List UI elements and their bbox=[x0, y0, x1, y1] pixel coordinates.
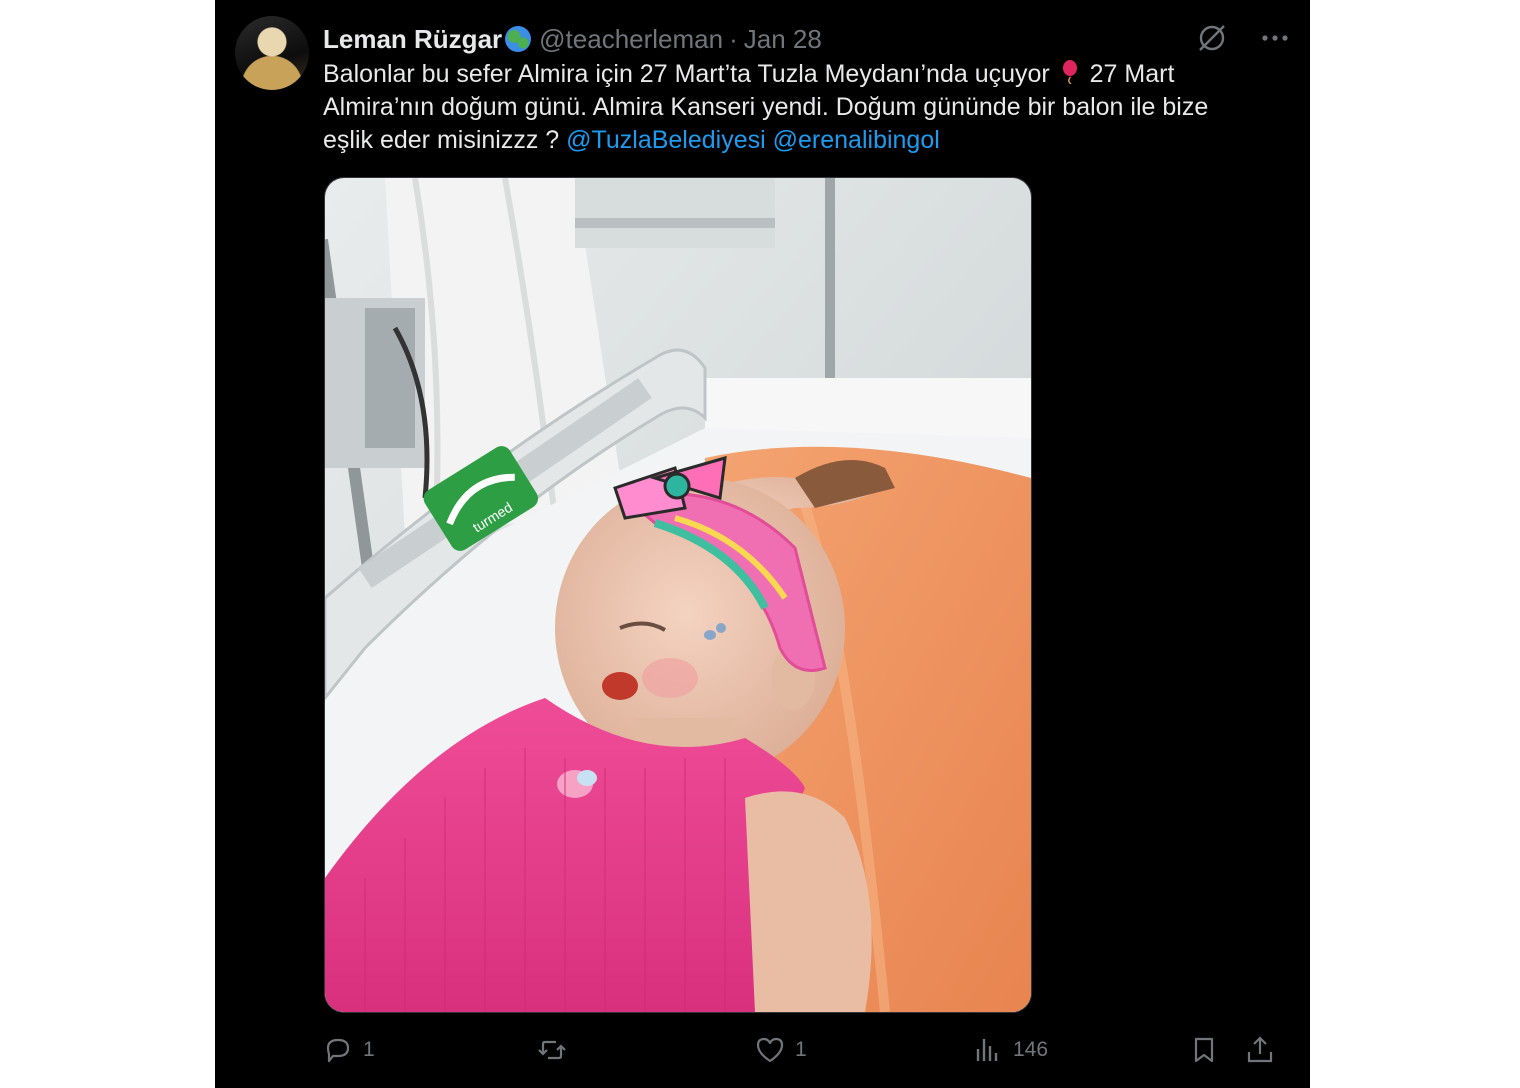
repost-icon bbox=[538, 1040, 566, 1060]
balloon-icon bbox=[1062, 60, 1077, 84]
mention-tuzla-belediyesi[interactable]: @TuzlaBelediyesi bbox=[566, 126, 766, 154]
heart-icon bbox=[756, 1037, 784, 1063]
bookmark-button[interactable] bbox=[1189, 1030, 1219, 1070]
reply-icon bbox=[326, 1038, 350, 1063]
tweet-date[interactable]: Jan 28 bbox=[744, 24, 822, 55]
reply-count: 1 bbox=[363, 1038, 375, 1061]
tweet-container: Leman Rüzgar @teacherleman · Jan 28 Balo… bbox=[215, 0, 1310, 1088]
tweet-text-part1: Balonlar bu sefer Almira için 27 Mart’ta… bbox=[323, 60, 1050, 88]
grok-icon[interactable] bbox=[1196, 22, 1228, 54]
share-button[interactable] bbox=[1245, 1030, 1275, 1070]
bookmark-icon bbox=[1194, 1037, 1214, 1063]
views-icon bbox=[976, 1039, 998, 1061]
like-count: 1 bbox=[795, 1038, 807, 1061]
reply-button[interactable]: 1 bbox=[323, 1030, 375, 1070]
tweet-actions: 1 1 146 bbox=[323, 1030, 1273, 1070]
tweet-photo[interactable]: turmed bbox=[324, 177, 1032, 1013]
tweet-text: Balonlar bu sefer Almira için 27 Mart’ta… bbox=[323, 58, 1243, 157]
photo-illustration: turmed bbox=[325, 178, 1031, 1012]
separator: · bbox=[729, 23, 738, 54]
like-button[interactable]: 1 bbox=[755, 1030, 807, 1070]
more-options-icon[interactable] bbox=[1260, 26, 1290, 50]
tweet-header: Leman Rüzgar @teacherleman · Jan 28 bbox=[323, 22, 1290, 56]
author-handle[interactable]: @teacherleman bbox=[539, 24, 723, 55]
mention-erenalibingol[interactable]: @erenalibingol bbox=[773, 126, 940, 154]
views-count: 146 bbox=[1013, 1038, 1049, 1061]
views-button[interactable]: 146 bbox=[973, 1030, 1048, 1070]
avatar[interactable] bbox=[235, 16, 309, 90]
repost-button[interactable] bbox=[537, 1030, 577, 1070]
globe-icon bbox=[505, 26, 532, 52]
author-name[interactable]: Leman Rüzgar bbox=[323, 24, 502, 55]
share-icon bbox=[1247, 1036, 1273, 1063]
